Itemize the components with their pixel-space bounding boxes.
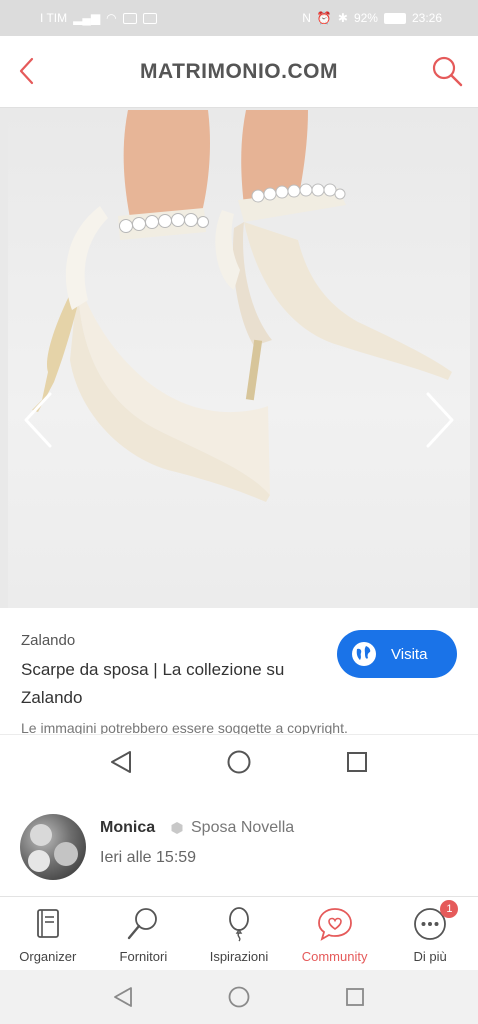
home-nav-icon[interactable] — [226, 749, 252, 775]
globe-icon — [352, 642, 376, 666]
bridal-shoes-illustration — [32, 110, 452, 502]
avatar[interactable] — [20, 814, 86, 880]
card-title[interactable]: Scarpe da sposa | La collezione su Zalan… — [21, 656, 331, 712]
bluetooth-icon: ✱ — [337, 11, 348, 25]
gallery-next-button[interactable] — [422, 390, 458, 450]
search-button[interactable] — [430, 54, 464, 88]
clock: 23:26 — [411, 11, 442, 25]
back-nav-icon[interactable] — [108, 749, 134, 775]
status-bar: I TIM ▂▄▆ ◠ N ⏰ ✱ 92% 23:26 — [0, 0, 478, 36]
wifi-icon: ◠ — [106, 11, 117, 25]
app-header: MATRIMONIO.COM — [0, 36, 478, 108]
copyright-notice: Le immagini potrebbero essere soggette a… — [21, 720, 348, 734]
back-button[interactable] — [12, 56, 42, 86]
system-nav-bar — [0, 970, 478, 1024]
author-name[interactable]: Monica — [100, 819, 155, 837]
author-role: Sposa Novella — [191, 819, 295, 836]
notification-badge: 1 — [440, 900, 459, 918]
link-preview-card: Zalando Scarpe da sposa | La collezione … — [0, 608, 478, 734]
back-nav-icon[interactable] — [111, 985, 135, 1009]
battery-percent: 92% — [353, 11, 378, 25]
avatar-photo-face — [30, 824, 52, 846]
page-title: MATRIMONIO.COM — [140, 59, 338, 83]
home-nav-icon[interactable] — [227, 985, 251, 1009]
system-nav-bar-overlay — [0, 734, 478, 788]
gallery-icon — [142, 12, 157, 24]
battery-icon — [383, 12, 406, 24]
tab-label: Di più — [413, 949, 447, 964]
visit-label: Visita — [391, 645, 428, 663]
tab-label: Fornitori — [119, 949, 168, 964]
bottom-tab-bar: Organizer Fornitori Ispirazioni Communit… — [0, 896, 478, 970]
signal-icon: ▂▄▆ — [73, 11, 101, 25]
source-label: Zalando — [21, 632, 76, 649]
magnifier-icon — [128, 908, 158, 940]
tab-label: Organizer — [19, 949, 77, 964]
recents-nav-icon[interactable] — [344, 749, 370, 775]
tab-organizer[interactable]: Organizer — [0, 897, 96, 970]
tab-ispirazioni[interactable]: Ispirazioni — [191, 897, 287, 970]
tab-community[interactable]: Community — [287, 897, 383, 970]
hexagon-badge-icon — [171, 822, 183, 834]
notification-icon — [122, 12, 137, 24]
chat-heart-icon — [317, 908, 352, 941]
post-author: Monica Sposa Novella Ieri alle 15:59 — [0, 788, 478, 896]
post-timestamp: Ieri alle 15:59 — [100, 849, 197, 866]
avatar-photo-face — [54, 842, 78, 866]
book-icon — [36, 909, 59, 938]
tab-fornitori[interactable]: Fornitori — [96, 897, 192, 970]
gallery-prev-button[interactable] — [20, 390, 56, 450]
avatar-photo-face — [28, 850, 50, 872]
carrier-label: I TIM — [40, 11, 68, 25]
recents-nav-icon[interactable] — [343, 985, 367, 1009]
status-left: I TIM ▂▄▆ ◠ — [40, 11, 157, 25]
tab-label: Ispirazioni — [209, 949, 269, 964]
product-photo[interactable] — [8, 110, 470, 608]
balloon-icon — [229, 907, 249, 942]
status-right: N ⏰ ✱ 92% 23:26 — [302, 11, 442, 25]
tab-more[interactable]: 1 Di più — [382, 897, 478, 970]
visit-button[interactable]: Visita — [337, 630, 457, 678]
alarm-icon: ⏰ — [316, 11, 332, 25]
nfc-icon: N — [302, 11, 311, 25]
tab-label: Community — [301, 949, 368, 964]
